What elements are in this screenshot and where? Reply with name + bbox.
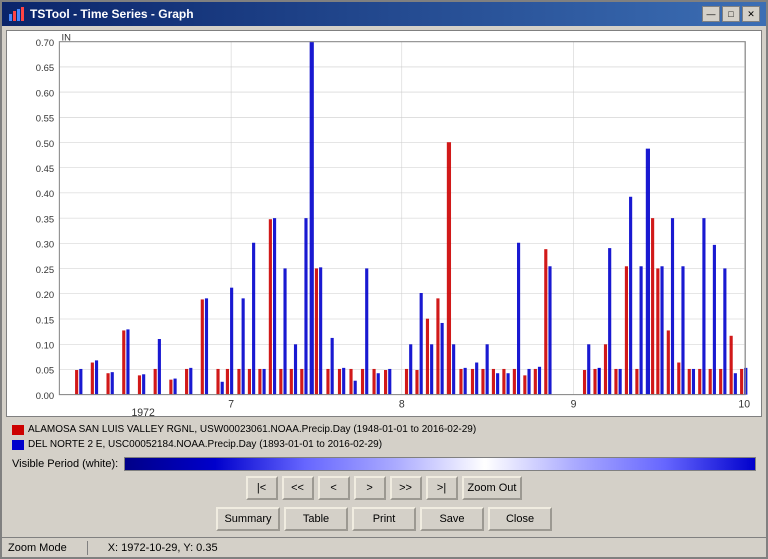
svg-text:0.45: 0.45 [36, 164, 54, 175]
main-window: TSTool - Time Series - Graph — □ ✕ [0, 0, 768, 559]
svg-text:0.30: 0.30 [36, 240, 54, 251]
svg-text:9: 9 [571, 398, 577, 410]
save-button[interactable]: Save [420, 507, 484, 531]
app-icon [8, 6, 24, 22]
time-series-chart: 0.70 0.65 0.60 0.55 0.50 0.45 0.40 0.35 … [7, 31, 761, 416]
next2-button[interactable]: >> [390, 476, 422, 500]
svg-text:0.35: 0.35 [36, 214, 54, 225]
svg-text:1972: 1972 [131, 407, 154, 416]
action-buttons: Summary Table Print Save Close [6, 505, 762, 533]
title-bar: TSTool - Time Series - Graph — □ ✕ [2, 2, 766, 26]
svg-text:0.10: 0.10 [36, 340, 54, 351]
svg-text:0.25: 0.25 [36, 265, 54, 276]
window-controls[interactable]: — □ ✕ [702, 6, 760, 22]
svg-text:0.40: 0.40 [36, 189, 54, 200]
summary-button[interactable]: Summary [216, 507, 280, 531]
visible-period-row: Visible Period (white): [6, 457, 762, 471]
legend-color-2 [12, 440, 24, 450]
chart-container[interactable]: 0.70 0.65 0.60 0.55 0.50 0.45 0.40 0.35 … [6, 30, 762, 417]
visible-period-bar[interactable] [124, 457, 756, 471]
minimize-button[interactable]: — [702, 6, 720, 22]
legend-item-2: DEL NORTE 2 E, USC00052184.NOAA.Precip.D… [12, 437, 756, 452]
print-button[interactable]: Print [352, 507, 416, 531]
close-button[interactable]: ✕ [742, 6, 760, 22]
content-area: 0.70 0.65 0.60 0.55 0.50 0.45 0.40 0.35 … [2, 26, 766, 537]
prev-button[interactable]: < [318, 476, 350, 500]
last-button[interactable]: >| [426, 476, 458, 500]
next-button[interactable]: > [354, 476, 386, 500]
status-bar: Zoom Mode X: 1972-10-29, Y: 0.35 [2, 537, 766, 557]
legend-label-1: ALAMOSA SAN LUIS VALLEY RGNL, USW0002306… [28, 422, 476, 437]
svg-text:0.50: 0.50 [36, 139, 54, 150]
status-divider [87, 541, 88, 555]
svg-text:0.55: 0.55 [36, 113, 54, 124]
zoom-out-button[interactable]: Zoom Out [462, 476, 523, 500]
legend-label-2: DEL NORTE 2 E, USC00052184.NOAA.Precip.D… [28, 437, 382, 452]
title-bar-left: TSTool - Time Series - Graph [8, 6, 194, 22]
svg-text:8: 8 [399, 398, 405, 410]
legend-color-1 [12, 425, 24, 435]
svg-text:0.20: 0.20 [36, 290, 54, 301]
svg-text:0.70: 0.70 [36, 38, 54, 49]
svg-text:10: 10 [738, 398, 750, 410]
window-title: TSTool - Time Series - Graph [30, 7, 194, 21]
zoom-mode-label: Zoom Mode [8, 542, 67, 554]
maximize-button[interactable]: □ [722, 6, 740, 22]
svg-text:0.65: 0.65 [36, 63, 54, 74]
navigation-buttons: |< << < > >> >| Zoom Out [6, 474, 762, 502]
svg-text:0.05: 0.05 [36, 366, 54, 377]
close-button-action[interactable]: Close [488, 507, 552, 531]
legend-item-1: ALAMOSA SAN LUIS VALLEY RGNL, USW0002306… [12, 422, 756, 437]
visible-period-label: Visible Period (white): [12, 458, 118, 470]
first-button[interactable]: |< [246, 476, 278, 500]
svg-text:0.00: 0.00 [36, 391, 54, 402]
svg-text:0.15: 0.15 [36, 315, 54, 326]
svg-text:7: 7 [228, 398, 234, 410]
svg-text:0.60: 0.60 [36, 88, 54, 99]
prev2-button[interactable]: << [282, 476, 314, 500]
legend: ALAMOSA SAN LUIS VALLEY RGNL, USW0002306… [6, 420, 762, 454]
coordinates-label: X: 1972-10-29, Y: 0.35 [108, 542, 218, 554]
table-button[interactable]: Table [284, 507, 348, 531]
